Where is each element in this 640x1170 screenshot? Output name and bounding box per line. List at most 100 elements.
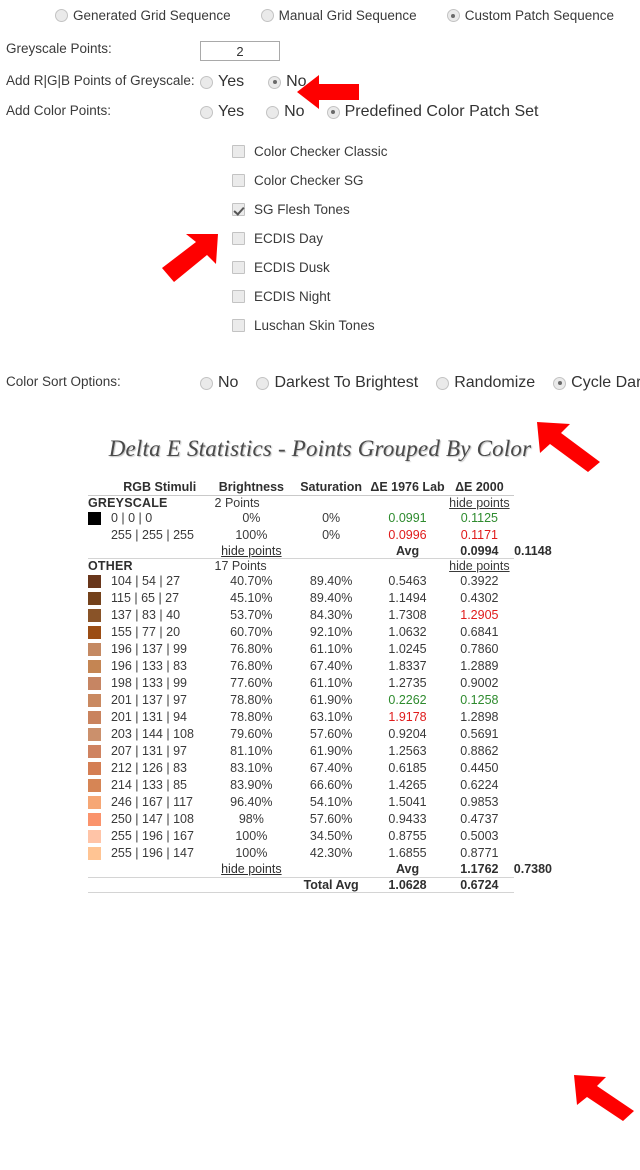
de1976-value: 1.6855 [388,846,427,860]
de2000-value: 0.4450 [460,761,499,775]
de2000-value: 0.6224 [460,778,499,792]
rgb-stimuli-value: 255 | 196 | 167 [110,829,194,843]
group-average-row: hide points Avg 1.1762 0.7380 [88,862,552,876]
radio-rgb-points-no[interactable]: No [268,73,307,91]
de1976-value: 0.6185 [388,761,427,775]
radio-color-points-yes[interactable]: Yes [200,103,244,121]
radio-button-icon[interactable] [55,9,68,22]
saturation-value: 54.10% [309,795,353,809]
checkbox-icon[interactable] [232,203,245,216]
de2000-value: 0.1171 [460,527,499,542]
delta-e-table: RGB Stimuli Brightness Saturation ΔE 1976 L… [88,480,552,893]
color-swatch [88,813,101,827]
group-name: OTHER [88,559,133,573]
checkbox-label: ECDIS Day [254,231,324,246]
brightness-value: 100% [235,527,268,542]
predefined-patch-set-list: Color Checker Classic Color Checker SG SG … [0,137,640,340]
greyscale-points-input[interactable] [200,41,280,61]
rgb-stimuli-value: 201 | 137 | 97 [110,693,187,707]
rgb-stimuli-value: 255 | 255 | 255 [110,527,194,542]
radio-button-icon[interactable] [260,9,274,22]
radio-label: Manual Grid Sequence [278,8,417,23]
de1976-value: 1.2735 [388,676,427,690]
swatch-cell [88,726,109,743]
swatch-cell [88,641,109,658]
de2000-value: 0.8862 [460,744,499,758]
brightness-value: 0% [242,510,261,525]
checkbox-ecdis-dusk[interactable]: ECDIS Dusk [232,253,640,282]
radio-color-points-predefined-color-patch-set[interactable]: Predefined Color Patch Set [326,103,538,121]
checkbox-icon[interactable] [232,174,245,187]
radio-button-icon[interactable] [436,376,450,390]
swatch-cell [88,828,109,845]
radio-label: No [218,374,239,391]
table-row: 255 | 196 | 167 100% 34.50% 0.8755 0.5003 [88,828,552,845]
checkbox-label: ECDIS Night [254,289,331,304]
checkbox-icon[interactable] [232,145,245,158]
radio-manual-grid-sequence[interactable]: Manual Grid Sequence [260,8,417,23]
radio-color-points-no[interactable]: No [266,103,305,121]
rgb-points-radio-group: Yes No [200,73,640,91]
de1976-value: 1.7308 [388,608,427,622]
rgb-stimuli-value: 104 | 54 | 27 [110,574,181,588]
saturation-value: 66.60% [309,778,353,792]
hide-points-link-greyscale[interactable]: hide points [445,495,514,510]
radio-custom-patch-sequence[interactable]: Custom Patch Sequence [446,8,614,23]
de2000-value: 0.1258 [460,693,499,707]
brightness-value: 98% [238,812,264,826]
table-row: 198 | 133 | 99 77.60% 61.10% 1.2735 0.9002 [88,675,552,692]
table-row: 201 | 137 | 97 78.80% 61.90% 0.2262 0.1258 [88,692,552,709]
radio-button-icon[interactable] [553,376,567,390]
total-average-de1976: 1.0628 [388,877,427,892]
saturation-value: 61.10% [309,642,353,656]
table-row: 207 | 131 | 97 81.10% 61.90% 1.2563 0.8862 [88,743,552,760]
radio-button-icon[interactable] [446,9,460,22]
checkbox-icon[interactable] [232,290,245,303]
checkbox-luschan-skin-tones[interactable]: Luschan Skin Tones [232,311,640,340]
radio-color-sort-randomize[interactable]: Randomize [436,374,535,392]
radio-button-icon[interactable] [256,376,270,390]
rgb-stimuli-value: 207 | 131 | 97 [110,744,187,758]
brightness-value: 81.10% [230,744,273,758]
hide-points-link-bottom-greyscale[interactable]: hide points [211,544,293,558]
checkbox-sg-flesh-tones[interactable]: SG Flesh Tones [232,195,640,224]
checkbox-color-checker-classic[interactable]: Color Checker Classic [232,137,640,166]
radio-button-icon[interactable] [266,105,280,119]
radio-rgb-points-yes[interactable]: Yes [200,73,244,91]
column-header-e-1976-lab: ΔE 1976 Lab [370,480,445,494]
hide-points-link-other[interactable]: hide points [445,559,514,573]
radio-color-sort-cycle-dark-bright[interactable]: Cycle Dark Bright [553,374,640,392]
swatch-cell [88,777,109,794]
color-swatch [88,779,101,793]
color-swatch [88,575,101,589]
average-de2000: 0.7380 [513,862,552,876]
radio-button-icon[interactable] [200,75,213,89]
swatch-cell [88,573,109,590]
group-point-count: 17 Points [214,559,267,573]
radio-color-sort-no[interactable]: No [200,374,238,392]
saturation-value: 84.30% [309,608,353,622]
radio-button-icon[interactable] [268,75,282,89]
checkbox-icon[interactable] [232,261,245,274]
color-swatch [88,694,101,708]
radio-label: Yes [218,73,245,90]
radio-button-icon[interactable] [326,105,340,119]
radio-button-icon[interactable] [200,105,213,119]
de1976-value: 0.2262 [388,693,427,707]
checkbox-icon[interactable] [232,232,245,245]
radio-label: Randomize [454,374,536,391]
checkbox-ecdis-day[interactable]: ECDIS Day [232,224,640,253]
checkbox-ecdis-night[interactable]: ECDIS Night [232,282,640,311]
radio-button-icon[interactable] [200,376,213,390]
radio-color-sort-darkest-to-brightest[interactable]: Darkest To Brightest [256,374,418,392]
swatch-cell [88,510,109,527]
de2000-value: 0.1125 [460,510,499,525]
checkbox-icon[interactable] [232,319,245,332]
hide-points-link-bottom-other[interactable]: hide points [211,862,293,876]
color-swatch [88,745,101,759]
table-header-row: RGB Stimuli Brightness Saturation ΔE 1976 L… [88,480,552,494]
radio-generated-grid-sequence[interactable]: Generated Grid Sequence [55,8,231,23]
table-row: 115 | 65 | 27 45.10% 89.40% 1.1494 0.4302 [88,590,552,607]
checkbox-color-checker-sg[interactable]: Color Checker SG [232,166,640,195]
brightness-value: 83.90% [230,778,273,792]
